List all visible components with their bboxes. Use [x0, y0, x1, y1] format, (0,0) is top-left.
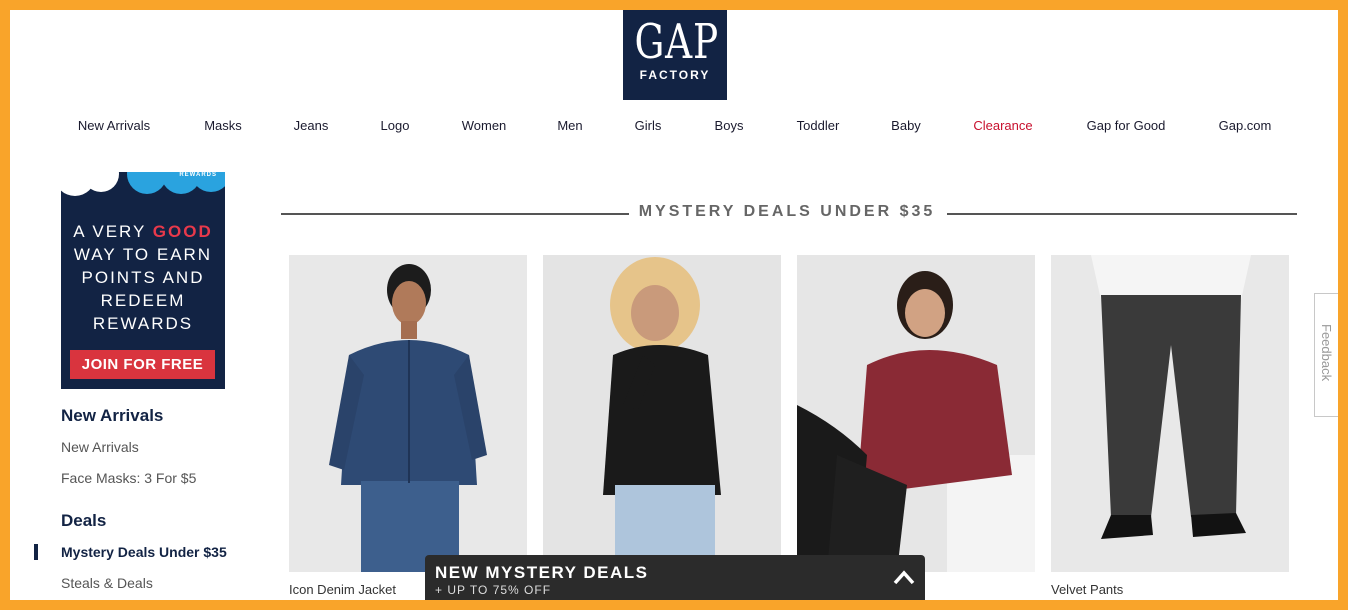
nav-women[interactable]: Women [462, 118, 507, 133]
main-nav: New Arrivals Masks Jeans Logo Women Men … [0, 118, 1348, 138]
nav-boys[interactable]: Boys [715, 118, 744, 133]
logo-wordmark: GAP [634, 14, 719, 70]
nav-clearance[interactable]: Clearance [973, 118, 1032, 133]
deals-bar-title: NEW MYSTERY DEALS [435, 563, 649, 582]
nav-baby[interactable]: Baby [891, 118, 921, 133]
deals-bar-subtitle: + UP TO 75% OFF [435, 583, 552, 597]
feedback-tab[interactable]: Feedback [1314, 293, 1338, 417]
product-image-velvet-pants[interactable] [1051, 255, 1289, 572]
nav-gap-com[interactable]: Gap.com [1219, 118, 1272, 133]
product-image-denim-jacket[interactable] [289, 255, 527, 572]
section-rule-left [281, 213, 629, 215]
nav-new-arrivals[interactable]: New Arrivals [78, 118, 150, 133]
sidebar-link-new-arrivals[interactable]: New Arrivals [61, 439, 139, 455]
sidebar-link-face-masks[interactable]: Face Masks: 3 For $5 [61, 470, 196, 486]
nav-toddler[interactable]: Toddler [797, 118, 840, 133]
nav-jeans[interactable]: Jeans [294, 118, 329, 133]
gap-factory-logo[interactable]: GAP FACTORY [623, 10, 727, 100]
product-name-1[interactable]: Icon Denim Jacket [289, 582, 396, 597]
join-for-free-button[interactable]: JOIN FOR FREE [70, 350, 215, 379]
gap-good-rewards-logo: REWARDS [61, 172, 225, 196]
active-indicator [34, 544, 38, 560]
chevron-up-icon[interactable] [893, 569, 915, 585]
nav-masks[interactable]: Masks [204, 118, 242, 133]
mystery-deals-bar[interactable]: NEW MYSTERY DEALS + UP TO 75% OFF [425, 555, 925, 605]
sidebar-link-steals-deals[interactable]: Steals & Deals [61, 575, 153, 591]
nav-gap-for-good[interactable]: Gap for Good [1087, 118, 1166, 133]
rewards-promo-banner[interactable]: REWARDS A VERY GOOD WAY TO EARN POINTS A… [61, 172, 225, 389]
rewards-badge: REWARDS [179, 172, 217, 178]
section-rule-right [947, 213, 1297, 215]
section-title: MYSTERY DEALS UNDER $35 [638, 203, 936, 220]
sidebar-heading-new-arrivals: New Arrivals [61, 406, 164, 425]
sidebar-link-mystery-deals[interactable]: Mystery Deals Under $35 [61, 544, 227, 560]
promo-headline: A VERY GOOD WAY TO EARN POINTS AND REDEE… [73, 222, 213, 333]
nav-logo[interactable]: Logo [381, 118, 410, 133]
nav-girls[interactable]: Girls [635, 118, 662, 133]
product-name-4[interactable]: Velvet Pants [1051, 582, 1123, 597]
product-image-black-turtleneck[interactable] [543, 255, 781, 572]
sidebar-heading-deals: Deals [61, 511, 107, 530]
logo-subtitle: FACTORY [639, 68, 711, 82]
product-image-floral-blouse[interactable] [797, 255, 1035, 572]
nav-men[interactable]: Men [557, 118, 582, 133]
